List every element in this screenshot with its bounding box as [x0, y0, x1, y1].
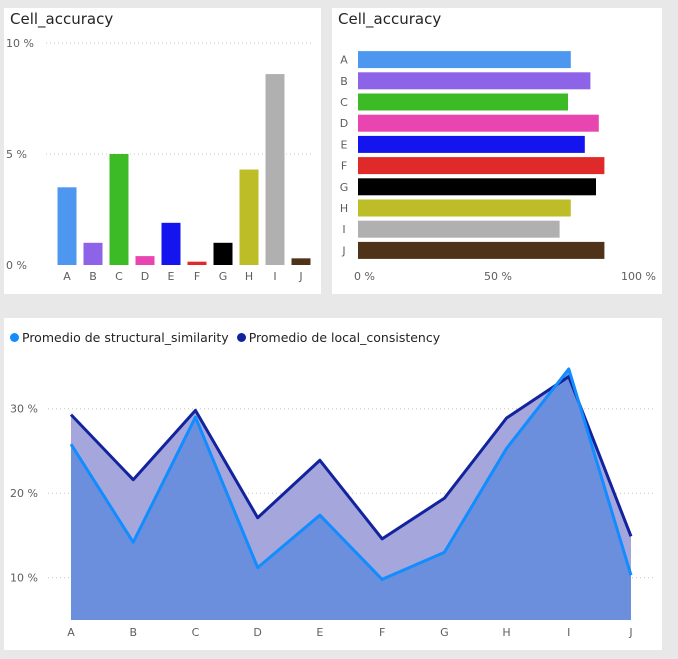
x-tick-label: C [115, 270, 123, 283]
bar-c [358, 93, 568, 111]
bar-f [187, 261, 207, 265]
x-tick-label: J [628, 626, 632, 639]
y-tick-label: 10 % [6, 37, 34, 50]
bar-d [135, 256, 155, 265]
x-tick-label: E [168, 270, 175, 283]
bar-g [213, 242, 233, 265]
column-chart: 0 % 5 % 10 % A B C D E F G H I J [6, 37, 314, 283]
area-chart-card[interactable]: Promedio de structural_similarity Promed… [4, 318, 662, 650]
x-tick-label: 0 % [354, 270, 375, 283]
bar-chart-card[interactable]: Cell_accuracy ABCDEFGHIJ0 % 50 % 100 % [332, 8, 662, 294]
x-tick-label: H [502, 626, 510, 639]
y-tick-label: F [341, 160, 347, 173]
bar-i [265, 74, 285, 265]
x-tick-label: H [245, 270, 253, 283]
y-tick-label: E [341, 138, 348, 151]
bar-d [358, 114, 599, 132]
x-tick-label: A [67, 626, 75, 639]
y-tick-label: 10 % [10, 572, 38, 585]
bar-e [161, 222, 181, 265]
x-tick-label: D [253, 626, 261, 639]
x-tick-label: I [273, 270, 276, 283]
x-tick-label: F [379, 626, 385, 639]
bar-h [239, 169, 259, 265]
bar-i [358, 220, 560, 238]
x-tick-label: B [129, 626, 137, 639]
bar-j [358, 241, 605, 259]
y-tick-label: H [340, 202, 348, 215]
x-tick-label: D [141, 270, 149, 283]
y-tick-label: I [342, 223, 345, 236]
bar-g [358, 178, 596, 196]
bar-j [291, 258, 311, 265]
y-tick-label: 20 % [10, 487, 38, 500]
column-chart-card[interactable]: Cell_accuracy 0 % 5 % 10 % A B C D E F G H I J [4, 8, 321, 294]
x-tick-label: 100 % [621, 270, 656, 283]
bar-b [358, 72, 591, 90]
bar-h [358, 199, 571, 217]
y-tick-label: G [340, 181, 349, 194]
x-tick-label: B [89, 270, 97, 283]
area-chart: 10 % 20 % 30 % A B C D E F G H I J [10, 367, 654, 639]
bar-a [57, 187, 77, 265]
x-tick-label: 50 % [484, 270, 512, 283]
x-tick-label: I [567, 626, 570, 639]
y-tick-label: B [340, 75, 348, 88]
x-tick-label: G [219, 270, 228, 283]
x-tick-label: C [192, 626, 200, 639]
y-tick-label: D [340, 117, 348, 130]
bar-f [358, 157, 605, 175]
bar-b [83, 242, 103, 265]
y-tick-label: J [341, 244, 345, 257]
x-tick-label: F [194, 270, 200, 283]
bar-chart: ABCDEFGHIJ 0 % 50 % 100 % [340, 51, 656, 283]
y-tick-label: C [340, 96, 348, 109]
y-tick-label: A [340, 54, 348, 67]
bar-c [109, 154, 129, 265]
x-tick-label: A [63, 270, 71, 283]
x-tick-label: E [316, 626, 323, 639]
y-tick-label: 30 % [10, 403, 38, 416]
bar-a [358, 51, 571, 69]
bar-e [358, 135, 585, 153]
x-tick-label: J [298, 270, 302, 283]
y-tick-label: 5 % [6, 148, 27, 161]
x-tick-label: G [440, 626, 449, 639]
y-tick-label: 0 % [6, 259, 27, 272]
